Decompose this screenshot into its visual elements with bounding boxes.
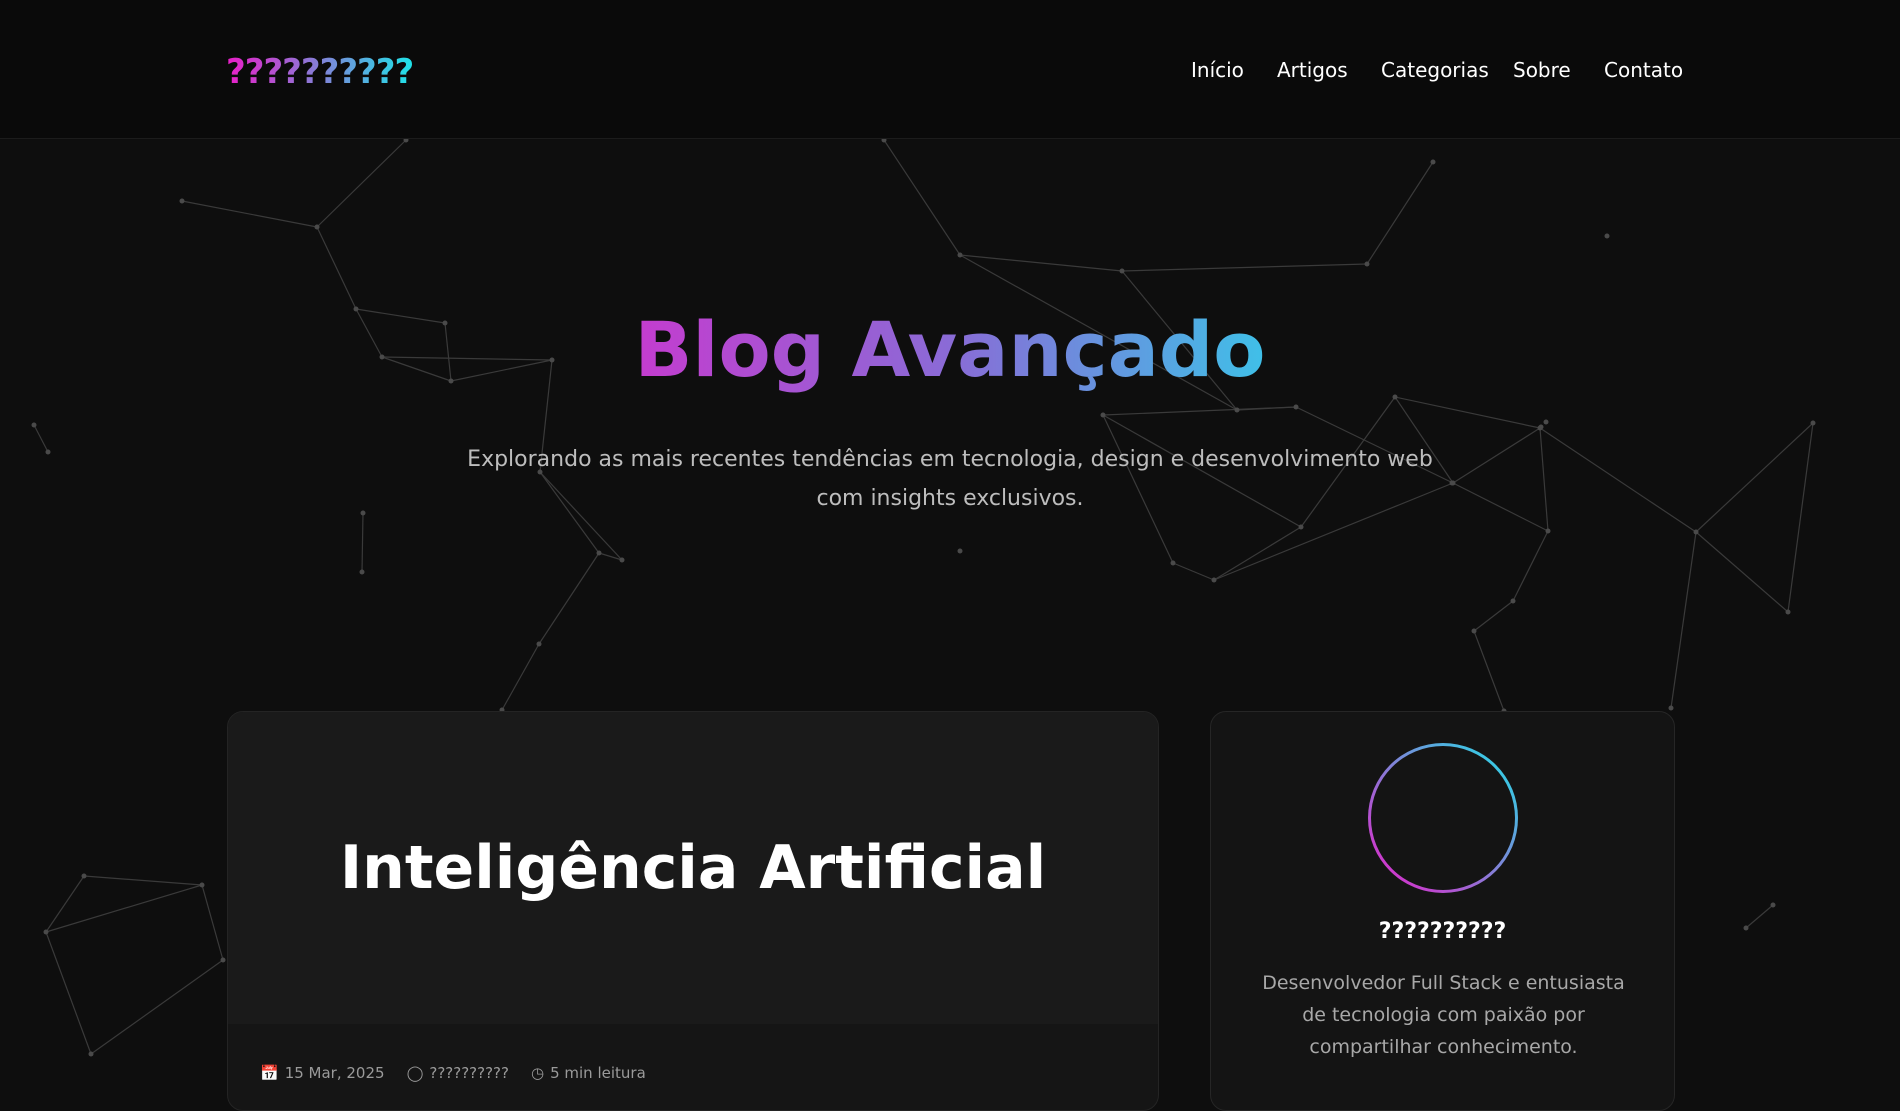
network-line xyxy=(1539,427,1549,532)
user-icon: ◯ xyxy=(406,1064,424,1082)
network-node xyxy=(81,873,87,879)
nav-inicio[interactable]: Início xyxy=(1191,58,1244,82)
network-line xyxy=(1787,422,1814,613)
network-node xyxy=(1785,609,1791,615)
network-line xyxy=(1695,422,1814,533)
network-node xyxy=(536,641,542,647)
post-meta: 📅 15 Mar, 2025 ◯?????????? ◷ 5 min leitura xyxy=(260,1064,646,1082)
profile-name: ?????????? xyxy=(1378,919,1507,944)
network-line xyxy=(1452,482,1549,532)
network-node xyxy=(179,198,185,204)
network-node xyxy=(1100,412,1106,418)
network-line xyxy=(83,875,203,886)
network-line xyxy=(1213,526,1302,581)
network-node xyxy=(45,449,51,455)
network-node xyxy=(1543,419,1549,425)
network-line xyxy=(90,959,224,1055)
network-node xyxy=(1170,560,1176,566)
network-node xyxy=(31,422,37,428)
network-line xyxy=(883,139,961,256)
network-node xyxy=(1743,925,1749,931)
network-node xyxy=(1770,902,1776,908)
network-line xyxy=(1366,161,1434,265)
network-node xyxy=(360,510,366,516)
network-line xyxy=(33,424,49,453)
network-line xyxy=(501,643,540,711)
network-node xyxy=(1211,577,1217,583)
network-node xyxy=(1538,424,1544,430)
network-node xyxy=(220,957,226,963)
network-node xyxy=(359,569,365,575)
network-line xyxy=(1121,263,1368,272)
network-node xyxy=(957,548,963,554)
nav-sobre[interactable]: Sobre xyxy=(1513,58,1571,82)
network-line xyxy=(1473,630,1505,712)
network-line xyxy=(361,512,364,573)
profile-bio: Desenvolvedor Full Stack e entusiasta de… xyxy=(1262,972,1625,1058)
post-read-time: 5 min leitura xyxy=(550,1064,646,1082)
post-author: ?????????? xyxy=(429,1064,509,1082)
calendar-icon: 📅 xyxy=(260,1064,279,1082)
network-line xyxy=(1394,396,1541,429)
logo[interactable]: ?????????? xyxy=(226,52,414,92)
network-line xyxy=(45,884,203,933)
hero-title: Blog Avançado xyxy=(634,305,1266,394)
post-date: 15 Mar, 2025 xyxy=(284,1064,385,1082)
header: ?????????? Início Artigos Categorias Sob… xyxy=(0,0,1900,139)
network-line xyxy=(1512,530,1549,602)
network-node xyxy=(1510,598,1516,604)
network-node xyxy=(1364,261,1370,267)
nav-contato[interactable]: Contato xyxy=(1604,58,1683,82)
network-node xyxy=(1392,394,1398,400)
network-node xyxy=(1693,529,1699,535)
network-line xyxy=(1473,600,1514,632)
network-node xyxy=(1545,528,1551,534)
post-title[interactable]: Inteligência Artificial xyxy=(340,833,1046,903)
network-line xyxy=(316,139,407,228)
network-node xyxy=(1430,159,1436,165)
network-node xyxy=(1471,628,1477,634)
network-node xyxy=(1293,404,1299,410)
network-line xyxy=(45,875,85,933)
network-node xyxy=(314,224,320,230)
network-node xyxy=(1810,420,1816,426)
hero-subtitle: Explorando as mais recentes tendências e… xyxy=(467,447,1433,511)
network-node xyxy=(1604,233,1610,239)
network-node xyxy=(1234,407,1240,413)
network-node xyxy=(43,929,49,935)
network-line xyxy=(1745,904,1774,929)
post-card-image: Inteligência Artificial xyxy=(228,712,1158,1024)
network-node xyxy=(619,557,625,563)
post-card[interactable]: Inteligência Artificial 📅 15 Mar, 2025 ◯?… xyxy=(227,711,1159,1111)
network-node xyxy=(1668,705,1674,711)
network-node xyxy=(1119,268,1125,274)
network-node xyxy=(199,882,205,888)
network-node xyxy=(1449,480,1455,486)
network-node xyxy=(88,1051,94,1057)
network-line xyxy=(538,552,600,645)
avatar xyxy=(1368,743,1518,893)
network-line xyxy=(1670,531,1697,709)
network-line xyxy=(1452,427,1541,484)
clock-icon: ◷ xyxy=(530,1064,545,1082)
network-line xyxy=(201,884,224,961)
nav-artigos[interactable]: Artigos xyxy=(1277,58,1348,82)
network-line xyxy=(1539,427,1697,533)
network-line xyxy=(316,226,357,310)
profile-card: ?????????? Desenvolvedor Full Stack e en… xyxy=(1210,711,1675,1111)
nav-categorias[interactable]: Categorias xyxy=(1381,58,1489,82)
network-line xyxy=(1695,531,1789,613)
network-line xyxy=(181,200,318,228)
network-line xyxy=(45,931,92,1055)
network-node xyxy=(1298,524,1304,530)
network-line xyxy=(1102,406,1297,416)
network-line xyxy=(1172,562,1215,581)
network-node xyxy=(957,252,963,258)
network-node xyxy=(596,550,602,556)
